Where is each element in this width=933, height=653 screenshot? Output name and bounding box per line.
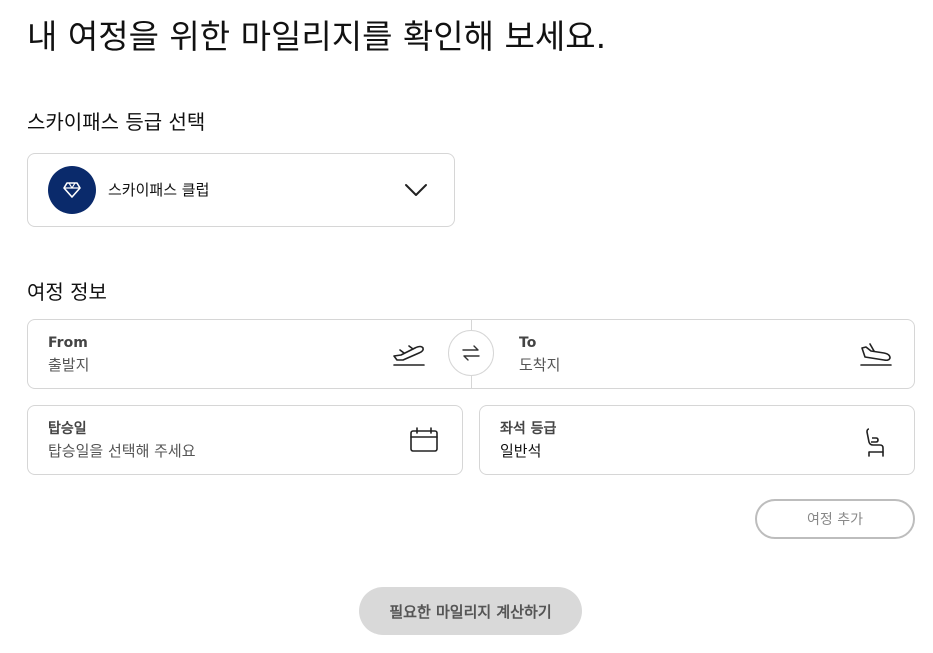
seat-class-value: 일반석 — [500, 442, 542, 460]
from-placeholder: 출발지 — [48, 356, 90, 374]
chevron-down-icon — [404, 182, 428, 198]
calculate-mileage-button[interactable]: 필요한 마일리지 계산하기 — [359, 587, 582, 635]
date-label: 탑승일 — [48, 421, 87, 437]
page-title: 내 여정을 위한 마일리지를 확인해 보세요. — [27, 17, 607, 56]
to-field[interactable]: To 도착지 — [472, 320, 914, 388]
seat-class-label: 좌석 등급 — [500, 421, 557, 437]
to-placeholder: 도착지 — [519, 356, 561, 374]
to-label: To — [519, 335, 537, 351]
from-field[interactable]: From 출발지 — [28, 320, 471, 388]
add-journey-button[interactable]: 여정 추가 — [755, 499, 915, 539]
plane-landing-icon — [858, 340, 894, 368]
plane-takeoff-icon — [391, 340, 427, 368]
seat-class-field[interactable]: 좌석 등급 일반석 — [479, 405, 915, 475]
tier-selected-value: 스카이패스 클럽 — [108, 181, 210, 199]
swap-arrows-icon — [461, 345, 481, 361]
calculate-mileage-label: 필요한 마일리지 계산하기 — [389, 602, 552, 621]
diamond-icon — [62, 180, 82, 200]
calendar-icon — [409, 427, 439, 453]
date-placeholder: 탑승일을 선택해 주세요 — [48, 442, 196, 460]
tier-select[interactable]: 스카이패스 클럽 — [27, 153, 455, 227]
journey-section-label: 여정 정보 — [27, 280, 107, 304]
from-label: From — [48, 335, 88, 351]
swap-button[interactable] — [448, 330, 494, 376]
tier-section-label: 스카이패스 등급 선택 — [27, 110, 206, 134]
tier-badge — [48, 166, 96, 214]
add-journey-label: 여정 추가 — [807, 512, 863, 528]
seat-icon — [863, 426, 887, 458]
date-field[interactable]: 탑승일 탑승일을 선택해 주세요 — [27, 405, 463, 475]
